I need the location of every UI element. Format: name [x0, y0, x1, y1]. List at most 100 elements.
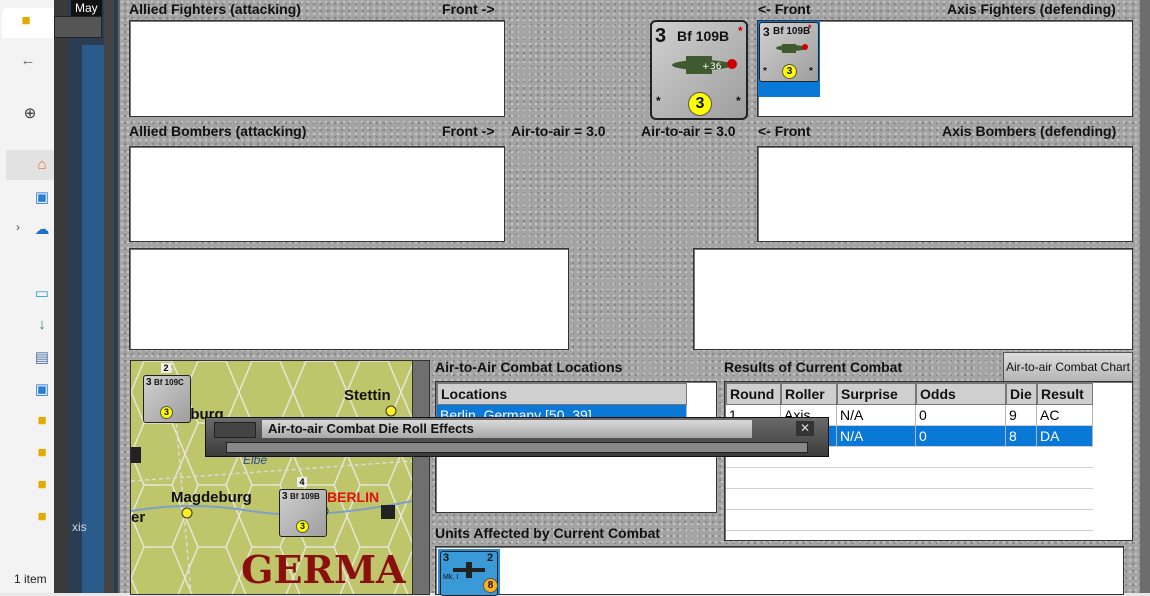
- units-affected-box[interactable]: 3 2 Mk. I 8: [435, 546, 1124, 596]
- map-stack-count-berlin: 4: [297, 477, 307, 487]
- window-right-edge: [1140, 0, 1150, 593]
- axis-fighters-box[interactable]: 3 Bf 109B * * * 3: [757, 20, 1133, 117]
- window-frame-inner: [68, 0, 118, 593]
- documents-icon[interactable]: ▤: [32, 348, 52, 366]
- item-count-status: 1 item: [14, 572, 47, 586]
- affected-bomber-counter[interactable]: 3 2 Mk. I 8: [440, 551, 498, 596]
- allied-bombers-label: Allied Bombers (attacking): [129, 123, 307, 139]
- active-unit-marker: *: [738, 24, 743, 38]
- unit-strength: 3: [763, 25, 770, 39]
- bomber-plane-icon: [453, 562, 485, 578]
- map-stack-count: 2: [161, 363, 171, 373]
- result-cell-surprise[interactable]: N/A: [837, 426, 916, 447]
- result-cell-odds: 0: [916, 405, 1006, 426]
- empty-row: [726, 510, 1093, 531]
- map-label-berlin: BERLIN: [327, 489, 380, 505]
- frame-border: [104, 0, 114, 593]
- bomber-strength: 3: [443, 552, 450, 564]
- front-right-label-2: Front ->: [442, 123, 495, 139]
- axis-air-to-air-value: Air-to-air = 3.0: [641, 123, 736, 139]
- column-die[interactable]: Die: [1006, 383, 1037, 405]
- air-combat-panel: Allied Fighters (attacking) Front -> <- …: [118, 0, 1144, 596]
- window-frame: [54, 0, 68, 593]
- allied-fighters-label: Allied Fighters (attacking): [129, 1, 301, 17]
- locations-column-header[interactable]: Locations: [437, 383, 687, 405]
- folder-icon[interactable]: ■: [32, 444, 52, 461]
- results-table[interactable]: Round Roller Surprise Odds Die Result 1 …: [724, 381, 1133, 541]
- die-roll-effects-dialog[interactable]: Air-to-air Combat Die Roll Effects ✕: [205, 417, 829, 457]
- gallery-icon[interactable]: ▣: [32, 188, 52, 206]
- bomber-value-circle: 8: [483, 578, 498, 593]
- map-unit-strength: 3: [146, 377, 152, 388]
- map-unit-strength: 3: [282, 491, 288, 502]
- dialog-menu-control[interactable]: [214, 422, 256, 438]
- result-cell-die: 9: [1006, 405, 1037, 426]
- axis-reserve-box[interactable]: [693, 248, 1133, 350]
- unit-name: Bf 109B: [773, 26, 811, 37]
- units-affected-title: Units Affected by Current Combat: [435, 525, 661, 541]
- result-cell-result[interactable]: DA: [1037, 426, 1093, 447]
- allied-air-to-air-value: Air-to-air = 3.0: [511, 123, 606, 139]
- active-unit-value-circle: 3: [688, 92, 712, 116]
- back-arrow-icon[interactable]: ←: [18, 52, 38, 69]
- column-round[interactable]: Round: [726, 383, 781, 405]
- results-title: Results of Current Combat: [724, 359, 903, 375]
- downloads-icon[interactable]: ↓: [32, 316, 52, 333]
- axis-fighter-counter[interactable]: 3 Bf 109B * * * 3: [759, 22, 819, 82]
- onedrive-icon[interactable]: ☁: [32, 220, 52, 238]
- folder-icon[interactable]: ■: [32, 412, 52, 429]
- dialog-resize-bar[interactable]: [226, 442, 808, 453]
- file-explorer-sidebar: ■ ← ⊕ ⌂ ▣ ☁ › ▭ ↓ ▤ ▣ ■ ■ ■ ■ 1 item: [0, 0, 55, 593]
- active-unit-star-right: *: [736, 94, 741, 108]
- fighter-plane-icon: + 36: [672, 56, 737, 74]
- column-odds[interactable]: Odds: [916, 383, 1006, 405]
- axis-fighters-label: Axis Fighters (defending): [947, 1, 1116, 17]
- empty-row: [726, 468, 1093, 489]
- active-unit-name: Bf 109B: [677, 28, 730, 44]
- column-surprise[interactable]: Surprise: [837, 383, 916, 405]
- folder-icon[interactable]: ■: [32, 476, 52, 493]
- pictures-icon[interactable]: ▣: [32, 380, 52, 398]
- column-result[interactable]: Result: [1037, 383, 1093, 405]
- active-unit-star-left: *: [656, 94, 661, 108]
- axis-bombers-label: Axis Bombers (defending): [942, 123, 1117, 139]
- map-unit-circle: 3: [296, 520, 309, 533]
- result-cell-odds[interactable]: 0: [916, 426, 1006, 447]
- mini-map[interactable]: Stettin mburg Elbe Magdeburg BERLIN er G…: [130, 360, 414, 595]
- side-text-fragment: xis: [72, 520, 87, 534]
- allied-fighters-box[interactable]: [129, 20, 505, 117]
- combat-chart-button[interactable]: Air-to-air Combat Chart: [1003, 352, 1133, 382]
- axis-bombers-box[interactable]: [757, 146, 1133, 242]
- allied-bombers-box[interactable]: [129, 146, 505, 242]
- column-roller[interactable]: Roller: [781, 383, 837, 405]
- chevron-right-icon[interactable]: ›: [8, 220, 28, 234]
- window-tab-fragment[interactable]: May: [71, 0, 102, 16]
- map-label-stettin: Stettin: [344, 387, 391, 404]
- front-left-label-2: <- Front: [758, 123, 811, 139]
- result-cell-die[interactable]: 8: [1006, 426, 1037, 447]
- allied-reserve-box[interactable]: [129, 248, 569, 350]
- map-unit-circle: 3: [160, 406, 173, 419]
- desktop-icon[interactable]: ▭: [32, 284, 52, 302]
- map-label-fragment: er: [131, 509, 146, 526]
- unit-star-right: *: [809, 66, 813, 77]
- home-icon[interactable]: ⌂: [32, 156, 52, 173]
- active-fighter-counter[interactable]: 3 Bf 109B * + 36 * * 3: [650, 20, 748, 120]
- folder-icon: ■: [21, 12, 31, 29]
- map-unit-name: Bf 109C: [154, 378, 184, 387]
- locations-title: Air-to-Air Combat Locations: [435, 359, 623, 375]
- svg-text:+: +: [702, 62, 710, 72]
- map-unit-counter-berlin[interactable]: 3 Bf 109B 3: [279, 489, 327, 537]
- result-cell-result: AC: [1037, 405, 1093, 426]
- bomber-stack: 2: [487, 552, 494, 564]
- new-icon[interactable]: ⊕: [20, 104, 40, 122]
- window-controls[interactable]: [54, 16, 102, 38]
- active-unit-strength: 3: [655, 25, 667, 47]
- map-vertical-scrollbar[interactable]: [412, 360, 430, 595]
- map-label-germany: GERMA: [241, 547, 406, 592]
- map-unit-counter[interactable]: 3 Bf 109C 3: [143, 375, 191, 423]
- unit-value-circle: 3: [782, 64, 797, 79]
- close-icon[interactable]: ✕: [796, 421, 814, 436]
- folder-icon[interactable]: ■: [32, 508, 52, 525]
- fighter-plane-icon: [776, 44, 808, 53]
